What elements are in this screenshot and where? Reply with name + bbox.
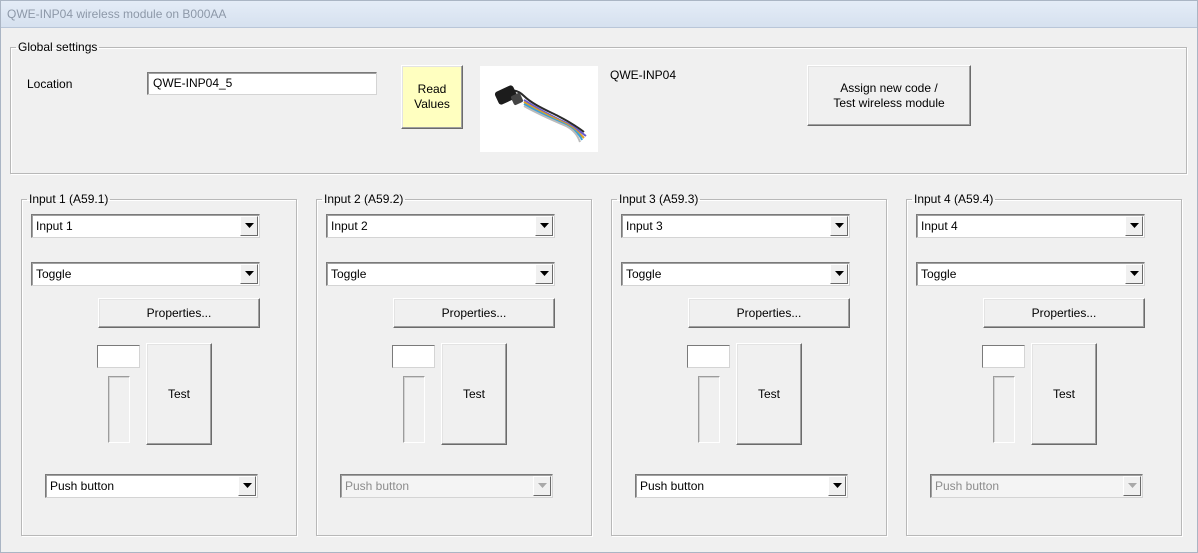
input-mode-dropdown-arrow[interactable] [830,264,848,284]
chevron-down-icon [539,223,549,228]
chevron-down-icon [834,271,844,276]
location-input[interactable]: QWE-INP04_5 [147,72,377,95]
module-name-label: QWE-INP04 [610,68,677,82]
input-mode-select[interactable]: Toggle [916,262,1145,286]
input-mode-value: Toggle [921,267,957,281]
input-mode-select[interactable]: Toggle [621,262,850,286]
input-mode-dropdown-arrow[interactable] [1125,264,1143,284]
input-type-select[interactable]: Push button [340,474,553,498]
title-bar: QWE-INP04 wireless module on B000AA [1,1,1197,28]
input-type-dropdown-arrow[interactable] [533,476,551,496]
input-name-dropdown-arrow[interactable] [535,216,553,236]
input-type-value: Push button [640,479,705,493]
input-mode-dropdown-arrow[interactable] [535,264,553,284]
chevron-down-icon [242,483,252,488]
global-settings-legend: Global settings [18,40,98,54]
test-button[interactable]: Test [146,343,212,445]
input-type-value: Push button [345,479,410,493]
input-name-select[interactable]: Input 3 [621,214,850,238]
input-name-dropdown-arrow[interactable] [1125,216,1143,236]
input-name-select[interactable]: Input 2 [326,214,555,238]
status-box [982,345,1025,368]
input-group-legend: Input 4 (A59.4) [914,192,994,206]
input-name-select[interactable]: Input 4 [916,214,1145,238]
level-indicator [993,376,1015,443]
input-name-dropdown-arrow[interactable] [240,216,258,236]
level-indicator [108,376,130,443]
chevron-down-icon [834,223,844,228]
status-box [687,345,730,368]
input-mode-select[interactable]: Toggle [326,262,555,286]
properties-button[interactable]: Properties... [393,298,555,328]
chevron-down-icon [539,271,549,276]
status-box [97,345,140,368]
input-mode-dropdown-arrow[interactable] [240,264,258,284]
input-type-value: Push button [935,479,1000,493]
input-type-dropdown-arrow[interactable] [1123,476,1141,496]
assign-code-button[interactable]: Assign new code / Test wireless module [807,65,971,126]
input-type-select[interactable]: Push button [45,474,258,498]
input-name-select[interactable]: Input 1 [31,214,260,238]
chevron-down-icon [244,271,254,276]
input-type-select[interactable]: Push button [635,474,848,498]
input-group-legend: Input 2 (A59.2) [324,192,404,206]
input-name-value: Input 4 [921,219,958,233]
input-group-legend: Input 1 (A59.1) [29,192,109,206]
test-button[interactable]: Test [441,343,507,445]
module-image [480,66,598,152]
global-settings-group: Global settings [10,40,1187,174]
input-mode-value: Toggle [331,267,367,281]
window-title: QWE-INP04 wireless module on B000AA [7,7,227,21]
input-type-dropdown-arrow[interactable] [238,476,256,496]
location-label: Location [27,77,73,91]
level-indicator [698,376,720,443]
read-values-button[interactable]: Read Values [401,65,463,129]
status-box [392,345,435,368]
chevron-down-icon [244,223,254,228]
cable-module-icon [494,85,587,143]
input-type-select[interactable]: Push button [930,474,1143,498]
chevron-down-icon [1129,223,1139,228]
input-type-dropdown-arrow[interactable] [828,476,846,496]
level-indicator [403,376,425,443]
properties-button[interactable]: Properties... [983,298,1145,328]
input-mode-value: Toggle [36,267,72,281]
test-button[interactable]: Test [1031,343,1097,445]
input-name-value: Input 1 [36,219,73,233]
chevron-down-icon [1129,271,1139,276]
chevron-down-icon [1127,483,1137,488]
input-mode-select[interactable]: Toggle [31,262,260,286]
input-mode-value: Toggle [626,267,662,281]
test-button[interactable]: Test [736,343,802,445]
input-type-value: Push button [50,479,115,493]
input-name-value: Input 2 [331,219,368,233]
chevron-down-icon [537,483,547,488]
module-window: QWE-INP04 wireless module on B000AA Glob… [0,0,1198,553]
properties-button[interactable]: Properties... [98,298,260,328]
properties-button[interactable]: Properties... [688,298,850,328]
chevron-down-icon [832,483,842,488]
input-name-dropdown-arrow[interactable] [830,216,848,236]
input-group-legend: Input 3 (A59.3) [619,192,699,206]
input-name-value: Input 3 [626,219,663,233]
